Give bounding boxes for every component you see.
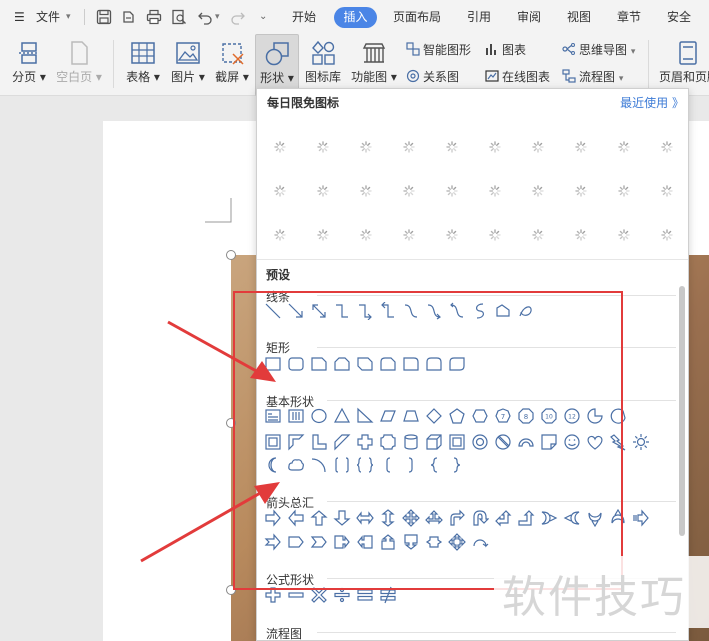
loading-icon bbox=[661, 229, 673, 241]
preset-header: 预设 bbox=[257, 259, 688, 285]
undo-icon[interactable] bbox=[197, 9, 213, 25]
page-break-button[interactable]: 分页 ▾ bbox=[6, 34, 52, 96]
loading-icon bbox=[618, 229, 630, 241]
margin-mark bbox=[205, 198, 232, 223]
picture-button[interactable]: 图片 ▾ bbox=[166, 34, 210, 96]
loading-icon bbox=[489, 141, 501, 153]
ribbon: 分页 ▾ 空白页 ▾ 表格 ▾ 图片 ▾ 截屏 ▾ 形状 ▾ 图标库 功能图 ▾… bbox=[0, 34, 709, 96]
resize-handle[interactable] bbox=[226, 250, 236, 260]
chevron-down-icon[interactable]: ▾ bbox=[66, 0, 71, 34]
flowchart-button[interactable]: 流程图 ▾ bbox=[562, 67, 623, 87]
icon-library-button[interactable]: 图标库 bbox=[300, 34, 346, 96]
loading-icon bbox=[446, 185, 458, 197]
loading-icon bbox=[575, 141, 587, 153]
print-preview-icon[interactable] bbox=[171, 9, 187, 25]
loading-icon bbox=[575, 229, 587, 241]
panel-scrollbar[interactable] bbox=[679, 286, 685, 536]
print-icon[interactable] bbox=[146, 9, 162, 25]
shape-icon bbox=[264, 41, 290, 67]
divider bbox=[84, 9, 85, 25]
tab-page-layout[interactable]: 页面布局 bbox=[393, 0, 441, 34]
file-menu[interactable]: 文件 bbox=[36, 0, 60, 34]
function-chart-button[interactable]: 功能图 ▾ bbox=[348, 34, 400, 96]
header-footer-icon bbox=[675, 40, 701, 66]
tab-references[interactable]: 引用 bbox=[467, 0, 491, 34]
loading-icon bbox=[661, 141, 673, 153]
picture-icon bbox=[175, 40, 201, 66]
chart-button[interactable]: 图表 bbox=[485, 40, 526, 60]
smart-shape-button[interactable]: 智能图形 bbox=[406, 40, 471, 60]
table-icon bbox=[130, 40, 156, 66]
loading-icon bbox=[274, 141, 286, 153]
function-chart-icon bbox=[361, 40, 387, 66]
relation-chart-button[interactable]: 关系图 bbox=[406, 67, 459, 87]
hamburger-icon[interactable]: ☰ bbox=[14, 0, 25, 34]
panel-header: 每日限免图标 最近使用 》 bbox=[257, 89, 688, 115]
loading-icon bbox=[360, 229, 372, 241]
screenshot-icon bbox=[219, 40, 245, 66]
tab-review[interactable]: 审阅 bbox=[517, 0, 541, 34]
shape-button[interactable]: 形状 ▾ bbox=[255, 34, 299, 96]
customize-toolbar-icon[interactable]: ⌄ bbox=[259, 0, 267, 34]
redo-icon[interactable] bbox=[230, 9, 246, 25]
blank-page-icon bbox=[66, 40, 92, 66]
loading-icon bbox=[532, 229, 544, 241]
loading-icon bbox=[360, 141, 372, 153]
header-footer-button[interactable]: 页眉和页脚 bbox=[655, 34, 709, 96]
daily-free-icons-title: 每日限免图标 bbox=[267, 96, 340, 110]
sun-shape[interactable] bbox=[632, 433, 650, 451]
loading-icon bbox=[317, 185, 329, 197]
loading-icon bbox=[532, 141, 544, 153]
menu-bar: ☰ 文件 ▾ ▾ ⌄ 开始 插入 页面布局 引用 审阅 视图 章节 安全 bbox=[0, 0, 709, 34]
loading-icon bbox=[446, 141, 458, 153]
loading-icon bbox=[532, 185, 544, 197]
divider bbox=[648, 40, 649, 88]
export-pdf-icon[interactable] bbox=[121, 9, 137, 25]
loading-icon bbox=[661, 185, 673, 197]
striped-right-arrow-shape[interactable] bbox=[632, 509, 650, 527]
tab-home[interactable]: 开始 bbox=[292, 0, 316, 34]
loading-icon bbox=[489, 185, 501, 197]
loading-icon bbox=[575, 185, 587, 197]
divider bbox=[113, 40, 114, 88]
tab-chapter[interactable]: 章节 bbox=[617, 0, 641, 34]
loading-icon bbox=[618, 185, 630, 197]
screenshot-button[interactable]: 截屏 ▾ bbox=[210, 34, 254, 96]
watermark-text: 软件技巧 bbox=[502, 572, 686, 623]
loading-icon bbox=[274, 185, 286, 197]
highlight-box bbox=[233, 291, 623, 590]
blank-page-button[interactable]: 空白页 ▾ bbox=[52, 34, 106, 96]
tab-view[interactable]: 视图 bbox=[567, 0, 591, 34]
loading-icon bbox=[317, 141, 329, 153]
page-break-icon bbox=[16, 40, 42, 66]
loading-icon bbox=[446, 229, 458, 241]
section-flowchart: 流程图 bbox=[266, 627, 303, 641]
chevron-down-icon[interactable]: ▾ bbox=[215, 0, 220, 34]
online-chart-button[interactable]: 在线图表 bbox=[485, 67, 550, 87]
loading-icon bbox=[618, 141, 630, 153]
table-button[interactable]: 表格 ▾ bbox=[120, 34, 166, 96]
loading-icon bbox=[489, 229, 501, 241]
recent-used-link[interactable]: 最近使用 》 bbox=[620, 94, 684, 111]
loading-icon bbox=[403, 141, 415, 153]
mind-map-button[interactable]: 思维导图 ▾ bbox=[562, 40, 635, 60]
save-icon[interactable] bbox=[96, 9, 112, 25]
loading-icon bbox=[274, 229, 286, 241]
tab-insert[interactable]: 插入 bbox=[334, 7, 377, 28]
preset-title: 预设 bbox=[266, 268, 291, 282]
icon-library-icon bbox=[310, 40, 336, 66]
loading-icon bbox=[403, 229, 415, 241]
tab-security[interactable]: 安全 bbox=[667, 0, 691, 34]
loading-icon bbox=[403, 185, 415, 197]
loading-icon bbox=[317, 229, 329, 241]
loading-icon bbox=[360, 185, 372, 197]
